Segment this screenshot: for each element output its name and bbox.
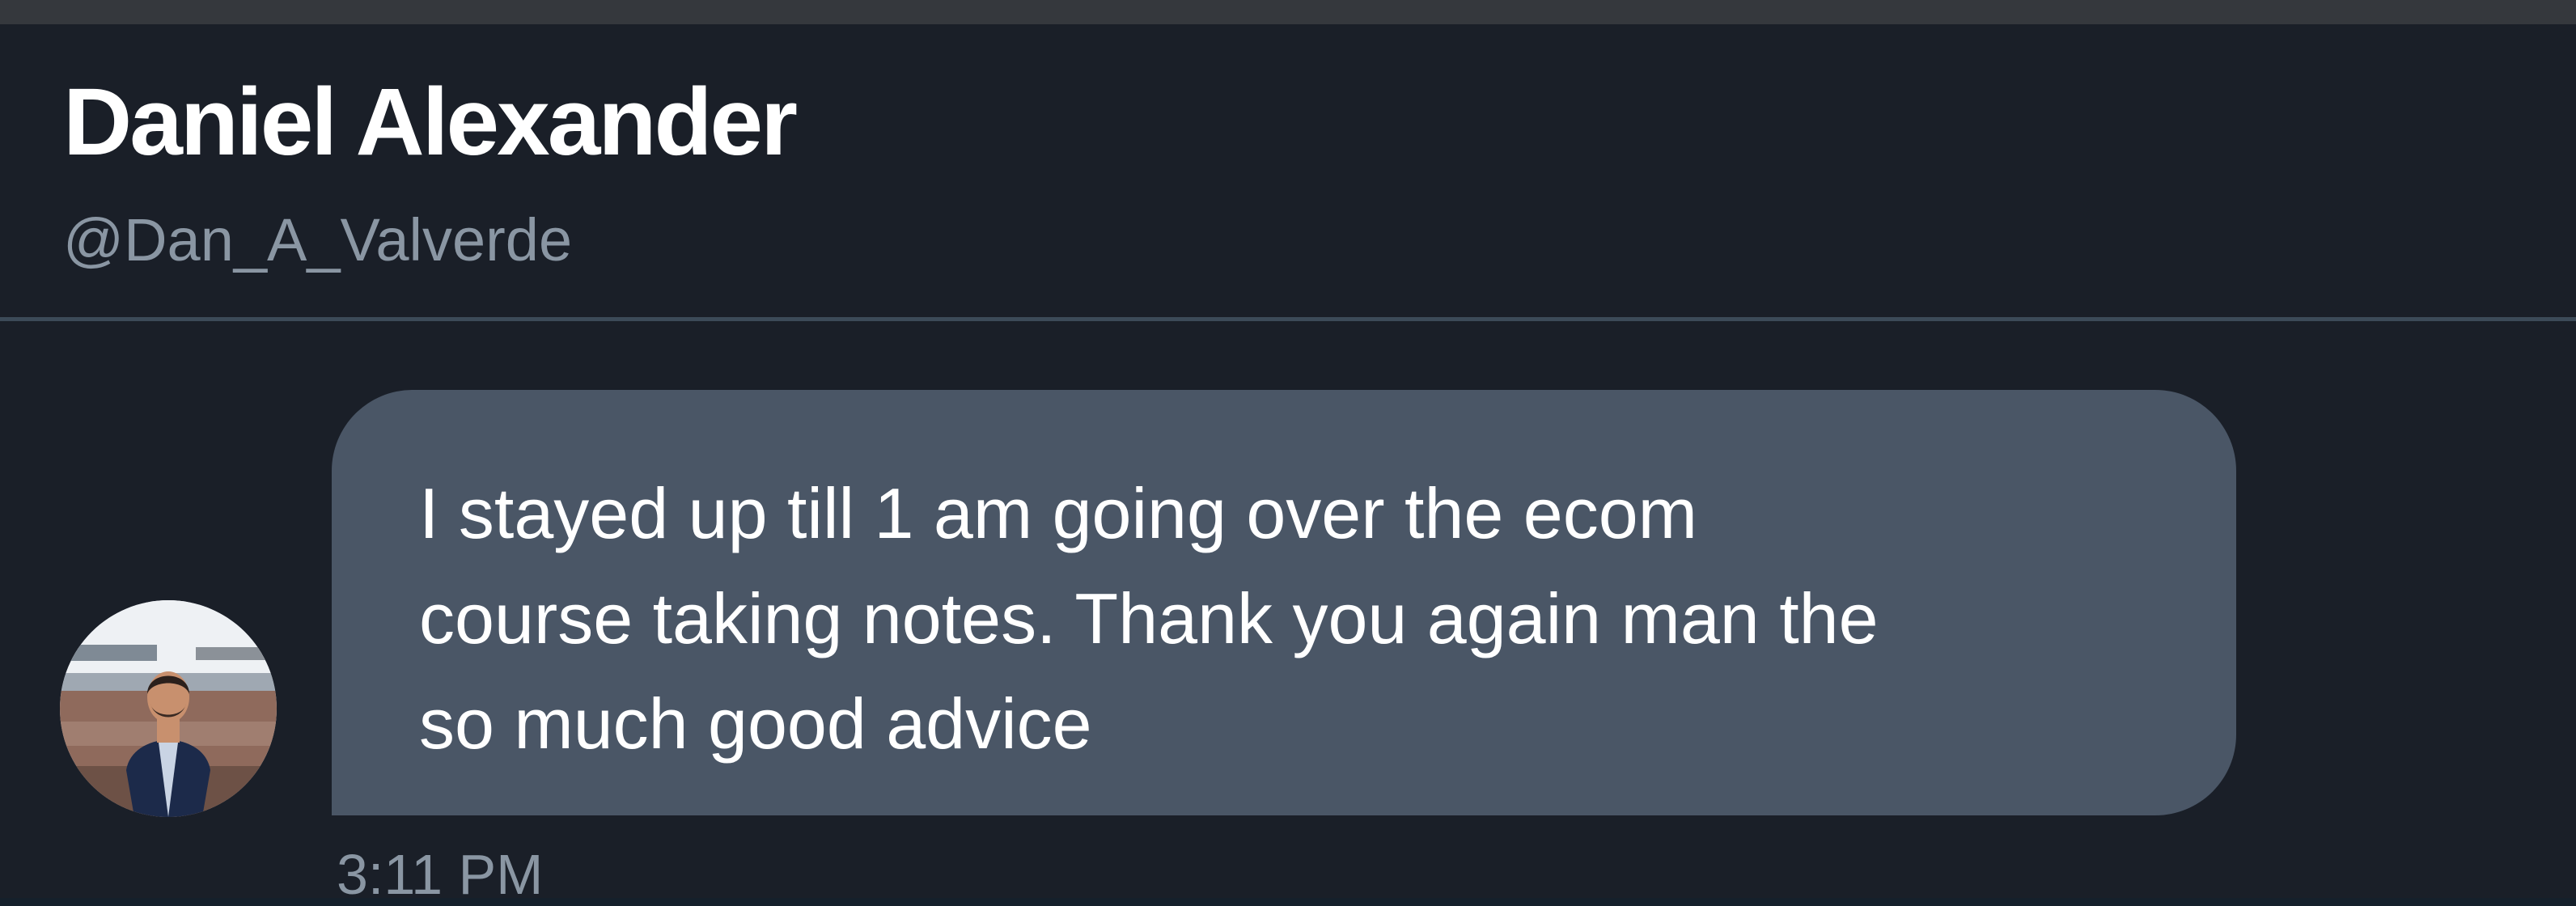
contact-display-name[interactable]: Daniel Alexander: [63, 74, 798, 170]
message-text-line: course taking notes. Thank you again man…: [419, 578, 1879, 658]
message-text-line: so much good advice: [419, 684, 1092, 764]
avatar-photo: [60, 600, 277, 817]
message-bubble[interactable]: I stayed up till 1 am going over the eco…: [332, 390, 2236, 815]
message-text: I stayed up till 1 am going over the eco…: [419, 461, 2163, 777]
message-text-line: I stayed up till 1 am going over the eco…: [419, 473, 1697, 553]
window-top-bar: [0, 0, 2576, 24]
avatar[interactable]: [60, 600, 277, 817]
message-timestamp: 3:11 PM: [337, 843, 544, 906]
contact-handle[interactable]: @Dan_A_Valverde: [63, 210, 572, 270]
conversation-header: Daniel Alexander @Dan_A_Valverde: [0, 24, 2576, 319]
